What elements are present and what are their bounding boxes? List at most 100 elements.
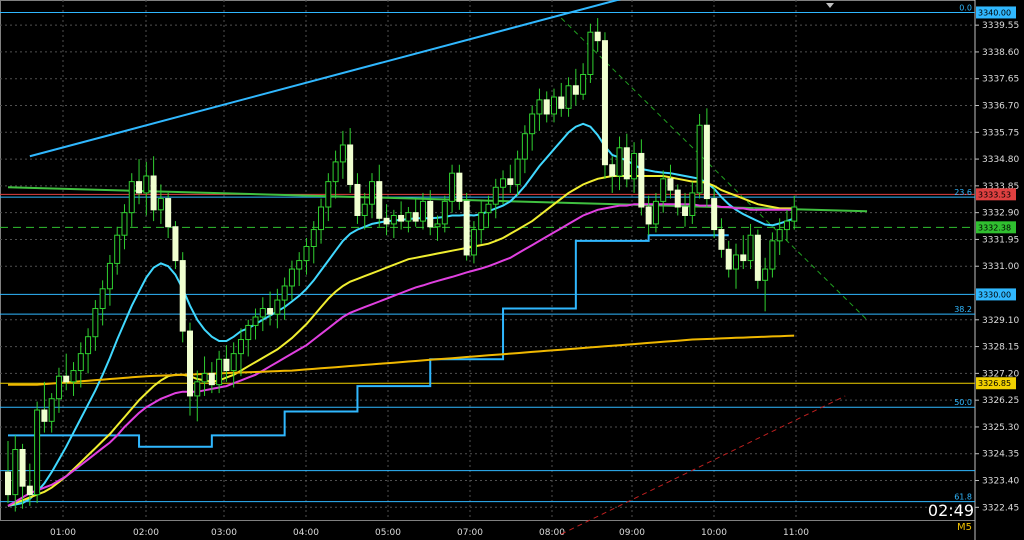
candle-body [733,254,739,270]
candle-body [143,175,150,194]
y-tick-label: 3336.70 [982,102,1019,112]
candle-body [259,308,266,318]
candle-body [354,183,361,216]
candle-body [157,198,164,211]
candle-body [121,212,128,236]
candle-body [339,144,346,163]
candle-body [296,260,303,270]
x-tick-label: 05:00 [375,528,401,538]
x-tick-label: 09:00 [619,528,645,538]
candle-body [179,260,186,332]
y-tick-label: 3322.45 [982,503,1019,513]
candle-body [208,372,215,386]
candle-body [652,200,659,225]
moving-average-line [7,122,795,507]
candle-body [783,220,790,231]
candle-body [623,147,630,180]
candle-body [449,172,456,202]
candle-body [434,223,441,228]
x-tick-label: 03:00 [211,528,237,538]
price-badge-label: 3332.38 [978,223,1011,232]
y-tick-label: 3331.95 [982,235,1019,245]
candle-body [361,203,368,216]
price-badge-label: 3330.00 [978,290,1011,299]
candle-body [383,217,390,225]
y-tick-label: 3334.80 [982,155,1019,165]
candle-body [172,226,179,262]
candle-body [776,229,783,242]
x-tick-label: 07:00 [457,528,483,538]
price-chart[interactable]: 3339.55 3338.60 3337.65 3336.70 3335.75 3334.… [0,0,1024,540]
moving-average-line [8,334,795,386]
candle-body [128,181,135,214]
candle-body [601,40,608,166]
candle-body [667,178,674,191]
candle-body [543,99,550,115]
candle-body [689,192,696,216]
candle-body [405,212,412,222]
y-tick-label: 3335.75 [982,128,1019,138]
candle-body [92,308,99,338]
fib-level-label: 0.0 [959,3,972,12]
candle-body [419,200,426,222]
candle-body [230,353,237,372]
candle-body [288,268,295,287]
moving-average-line [7,203,795,507]
y-tick-label: 3326.25 [982,396,1019,406]
candle-body [194,381,201,397]
y-tick-label: 3331.00 [982,262,1019,272]
trendline [29,0,622,158]
candle-body [34,409,41,496]
candle-body [252,316,259,326]
candle-body [609,164,616,177]
candle-body [427,200,434,228]
candle-body [267,308,274,315]
y-tick-label: 3324.35 [982,450,1019,460]
y-tick-label: 3328.15 [982,343,1019,353]
candle-body [187,330,193,397]
candle-body [245,324,252,341]
bar-countdown: 02:49 [927,501,974,520]
candle-body [26,485,33,496]
candle-body [114,234,121,264]
candle-body [711,198,718,231]
candle-body [281,285,288,301]
candle-body [441,200,448,225]
candle-body [703,124,710,200]
fib-level-label: 38.2 [954,305,972,314]
trendline [561,395,846,535]
candle-body [631,152,638,180]
candle-body [725,248,732,270]
candle-body [500,178,507,188]
timeframe-label: M5 [957,522,972,533]
candle-body [485,203,492,214]
candle-body [376,181,383,219]
candle-body [456,172,463,202]
y-tick-label: 3325.30 [982,423,1019,433]
x-tick-label: 01:00 [50,528,76,538]
price-badge-label: 3340.00 [978,8,1011,17]
candle-body [310,229,317,247]
candle-body [747,234,754,262]
candle-body [529,113,536,135]
candle-body [740,254,747,262]
candle-body [390,214,397,225]
candle-body [63,375,70,383]
candle-body [5,471,11,496]
candle-body [201,372,208,383]
candle-body [274,299,281,315]
candle-body [682,206,689,216]
candle-body [19,449,26,487]
candle-body [77,353,84,372]
candle-body [41,409,48,422]
candle-body [136,181,143,194]
y-tick-label: 3329.10 [982,316,1019,326]
candle-body [369,181,375,205]
candle-body [587,31,594,75]
candle-body [412,212,419,222]
candle-body [470,229,477,256]
candle-body [223,358,230,372]
x-tick-label: 02:00 [133,528,159,538]
candle-body [216,358,223,386]
candle-body [594,31,601,42]
